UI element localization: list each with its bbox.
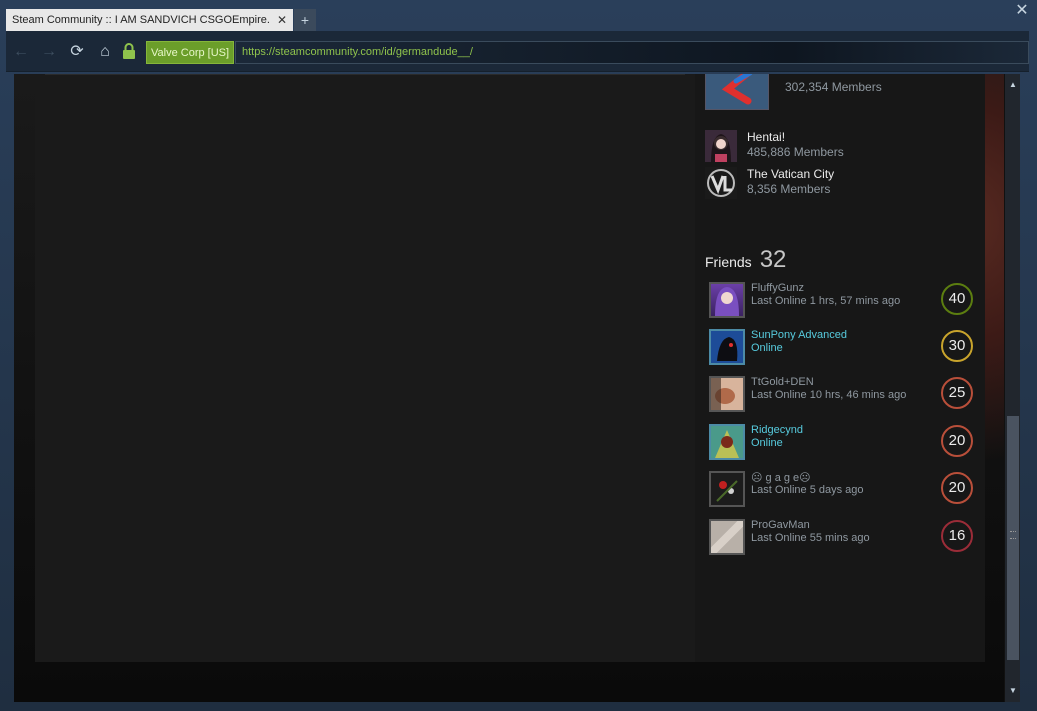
tab-steam-community[interactable]: Steam Community :: I AM SANDVICH CSGOEmp… xyxy=(6,9,293,31)
friend-name[interactable]: Ridgecynd xyxy=(751,424,803,436)
friend-avatar[interactable] xyxy=(709,376,745,412)
friend-level-badge: 25 xyxy=(941,377,973,409)
divider xyxy=(45,74,685,75)
friend-level-badge: 16 xyxy=(941,520,973,552)
vertical-scrollbar[interactable]: ▲ ▼ xyxy=(1004,74,1020,702)
reload-icon[interactable]: ⟳ xyxy=(68,43,86,61)
browser-window: ✕ Steam Community :: I AM SANDVICH CSGOE… xyxy=(0,0,1037,711)
certificate-badge[interactable]: Valve Corp [US] xyxy=(146,41,235,64)
tab-close-icon[interactable]: ✕ xyxy=(277,9,287,31)
url-bar[interactable]: https://steamcommunity.com/id/germandude… xyxy=(235,41,1029,64)
friend-avatar[interactable] xyxy=(709,471,745,507)
grip-icon xyxy=(1010,531,1016,539)
friend-avatar[interactable] xyxy=(709,424,745,460)
friend-name[interactable]: TtGold+DEN xyxy=(751,376,814,388)
friend-status: Last Online 10 hrs, 46 mins ago xyxy=(751,389,907,401)
group-name: Hentai! xyxy=(747,130,786,144)
friend-name[interactable]: ☹ g a g e☹ xyxy=(751,471,811,484)
profile-left-panel xyxy=(35,74,695,662)
group-members: 485,886 Members xyxy=(747,145,844,159)
home-icon[interactable]: ⌂ xyxy=(96,43,114,61)
friend-item[interactable]: ProGavMan Last Online 55 mins ago 16 xyxy=(708,518,975,557)
friend-level-badge: 20 xyxy=(941,472,973,504)
red-logo-icon xyxy=(705,74,769,110)
friend-avatar[interactable] xyxy=(709,329,745,365)
profile-content: 302,354 Members Hentai! 485,886 Members xyxy=(35,74,985,662)
group-members: 302,354 Members xyxy=(785,80,882,94)
new-tab-button[interactable]: + xyxy=(294,9,316,31)
friend-item[interactable]: ☹ g a g e☹ Last Online 5 days ago 20 xyxy=(709,471,975,509)
group-item[interactable]: 302,354 Members xyxy=(705,74,882,110)
navigation-bar: ← → ⟳ ⌂ Valve Corp [US] https://steamcom… xyxy=(6,31,1029,72)
back-arrow-icon[interactable]: ← xyxy=(12,43,30,61)
window-close-button[interactable]: ✕ xyxy=(1013,2,1031,20)
friend-status: Last Online 5 days ago xyxy=(751,484,864,496)
friend-status: Last Online 55 mins ago xyxy=(751,532,870,544)
friend-status: Online xyxy=(751,342,783,354)
tab-title: Steam Community :: I AM SANDVICH CSGOEmp… xyxy=(12,14,269,26)
friend-name[interactable]: FluffyGunz xyxy=(751,282,804,294)
friend-level-badge: 30 xyxy=(941,330,973,362)
friends-count: 32 xyxy=(759,246,787,273)
forward-arrow-icon[interactable]: → xyxy=(40,43,58,61)
friend-item[interactable]: Ridgecynd Online 20 xyxy=(709,424,975,462)
group-members: 8,356 Members xyxy=(747,182,831,196)
vc-logo-icon xyxy=(705,167,737,199)
friend-item[interactable]: TtGold+DEN Last Online 10 hrs, 46 mins a… xyxy=(709,376,975,414)
friend-status: Last Online 1 hrs, 57 mins ago xyxy=(751,295,901,307)
group-name: The Vatican City xyxy=(747,167,835,181)
scroll-down-arrow-icon[interactable]: ▼ xyxy=(1007,684,1019,698)
friend-avatar[interactable] xyxy=(709,282,745,318)
friend-item[interactable]: SunPony Advanced Online 30 xyxy=(709,329,975,367)
friend-level-badge: 20 xyxy=(941,425,973,457)
friend-avatar[interactable] xyxy=(708,518,746,556)
scroll-up-arrow-icon[interactable]: ▲ xyxy=(1007,78,1019,92)
page-viewport: 302,354 Members Hentai! 485,886 Members xyxy=(14,74,1004,702)
friend-level-badge: 40 xyxy=(941,283,973,315)
anime-avatar-icon xyxy=(705,130,737,162)
friend-name[interactable]: ProGavMan xyxy=(751,519,810,531)
lock-icon[interactable] xyxy=(120,43,138,61)
friends-label: Friends xyxy=(705,254,752,270)
tab-bar: Steam Community :: I AM SANDVICH CSGOEmp… xyxy=(6,9,316,31)
friend-item[interactable]: FluffyGunz Last Online 1 hrs, 57 mins ag… xyxy=(709,282,975,320)
friend-name[interactable]: SunPony Advanced xyxy=(751,329,847,341)
group-item[interactable]: Hentai! 485,886 Members xyxy=(705,130,844,162)
friends-header[interactable]: Friends 32 xyxy=(705,246,786,274)
profile-right-column: 302,354 Members Hentai! 485,886 Members xyxy=(705,74,985,662)
group-item[interactable]: The Vatican City 8,356 Members xyxy=(705,167,834,199)
friend-status: Online xyxy=(751,437,783,449)
scroll-thumb[interactable] xyxy=(1007,416,1019,660)
